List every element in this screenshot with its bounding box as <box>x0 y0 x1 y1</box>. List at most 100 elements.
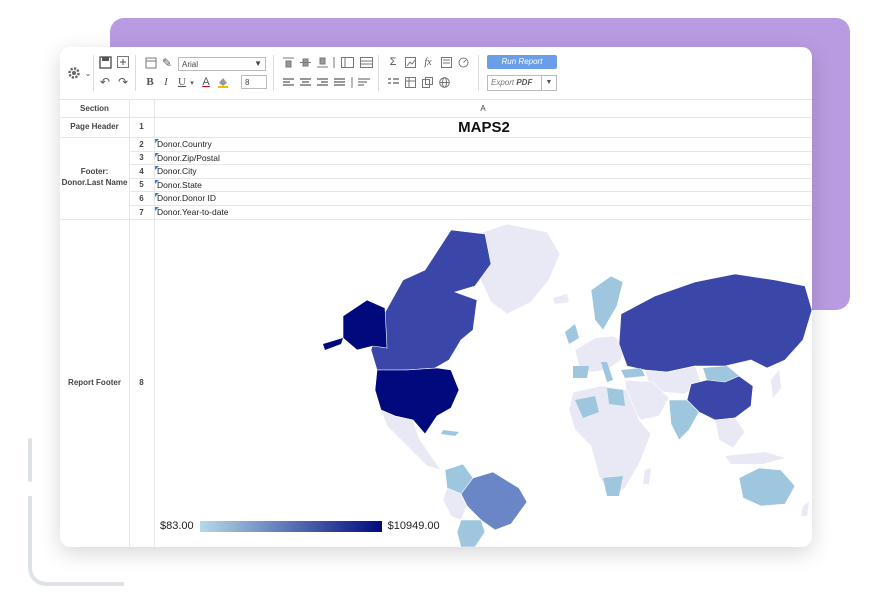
add-icon[interactable] <box>116 55 130 69</box>
list-icon[interactable] <box>387 76 399 88</box>
map-region-argentina <box>456 519 486 547</box>
map-region-southern-africa <box>603 476 623 496</box>
map-region-uk <box>565 324 579 344</box>
legend-color-ramp <box>199 520 382 532</box>
world-choropleth-map[interactable] <box>155 220 812 547</box>
section-report-footer[interactable]: Report Footer <box>60 378 129 387</box>
dropdown-arrow-icon[interactable]: ▼ <box>541 76 556 90</box>
image-icon[interactable] <box>440 56 452 68</box>
chart-icon[interactable] <box>404 56 416 68</box>
field-label: Donor.City <box>157 166 197 176</box>
field-marker-icon <box>155 139 159 143</box>
field-label: Donor.State <box>157 180 202 190</box>
toolbar: ⌄ ↶ ↷ ✎ Arial ▼ B I U ▾ A 8 Σ fx Run Rep… <box>60 47 812 100</box>
map-region-southeast-asia <box>714 417 746 449</box>
chevron-down-icon[interactable]: ▾ <box>188 77 196 89</box>
align-left-icon[interactable] <box>282 76 294 88</box>
grid-divider <box>60 117 812 118</box>
save-icon[interactable] <box>98 55 112 69</box>
globe-icon[interactable] <box>438 76 450 88</box>
underline-button[interactable]: U <box>176 75 188 89</box>
map-legend: $83.00 $10949.00 <box>160 519 440 533</box>
font-family-select[interactable]: Arial ▼ <box>178 57 266 71</box>
field-cell[interactable]: Donor.Zip/Postal <box>155 153 220 163</box>
fill-color-icon[interactable] <box>216 75 230 89</box>
wrap-text-icon[interactable] <box>357 76 371 88</box>
map-region-scandinavia <box>590 275 624 331</box>
align-top-icon[interactable] <box>282 56 294 68</box>
column-a-header[interactable]: A <box>154 100 812 118</box>
map-region-alaska <box>342 299 388 351</box>
section-column-header: Section <box>60 100 129 118</box>
export-format: PDF <box>516 78 533 87</box>
separator-icon <box>350 76 354 88</box>
bold-button[interactable]: B <box>144 75 156 89</box>
grid-divider <box>60 137 812 138</box>
justify-icon[interactable] <box>333 76 345 88</box>
field-cell[interactable]: Donor.City <box>155 166 197 176</box>
dropdown-arrow-icon: ▼ <box>254 59 262 68</box>
align-bottom-icon[interactable] <box>316 56 328 68</box>
field-cell[interactable]: Donor.State <box>155 180 202 190</box>
italic-button[interactable]: I <box>160 75 172 89</box>
align-middle-icon[interactable] <box>299 56 311 68</box>
gauge-icon[interactable] <box>457 56 469 68</box>
function-button[interactable]: fx <box>421 56 435 68</box>
map-region-canada <box>370 229 492 371</box>
font-family-value: Arial <box>182 60 199 69</box>
border-icon[interactable] <box>340 56 354 68</box>
section-page-header[interactable]: Page Header <box>60 122 129 131</box>
row-number[interactable]: 4 <box>129 167 154 176</box>
field-label: Donor.Year-to-date <box>157 207 229 217</box>
field-marker-icon <box>155 207 159 211</box>
align-right-icon[interactable] <box>316 76 328 88</box>
row-number[interactable]: 3 <box>129 153 154 162</box>
undo-icon[interactable]: ↶ <box>98 75 112 89</box>
field-cell[interactable]: Donor.Donor ID <box>155 193 216 203</box>
field-marker-icon <box>155 180 159 184</box>
font-size-input[interactable]: 8 <box>241 75 267 89</box>
chevron-down-icon[interactable]: ⌄ <box>84 67 92 79</box>
pencil-icon[interactable]: ✎ <box>160 56 174 70</box>
row-number[interactable]: 8 <box>129 378 154 387</box>
section-footer-title[interactable]: Footer: <box>60 167 129 176</box>
sum-button[interactable]: Σ <box>387 56 399 68</box>
field-marker-icon <box>155 193 159 197</box>
field-label: Donor.Country <box>157 139 212 149</box>
field-cell[interactable]: Donor.Country <box>155 139 212 149</box>
settings-gear-icon[interactable] <box>64 64 84 82</box>
map-region-alaska-islands <box>323 338 343 350</box>
section-footer-field[interactable]: Donor.Last Name <box>60 178 129 187</box>
map-region-north-africa <box>607 388 625 406</box>
field-marker-icon <box>155 166 159 170</box>
row-number[interactable]: 1 <box>129 122 154 131</box>
field-cell[interactable]: Donor.Year-to-date <box>155 207 229 217</box>
export-label: Export <box>491 78 517 87</box>
row-number[interactable]: 5 <box>129 180 154 189</box>
map-region-caribbean <box>441 430 459 436</box>
separator-icon <box>332 56 336 68</box>
map-region-australia <box>738 467 796 507</box>
row-number[interactable]: 2 <box>129 140 154 149</box>
run-report-button[interactable]: Run Report <box>487 55 557 69</box>
row-number[interactable]: 6 <box>129 194 154 203</box>
format-painter-icon[interactable] <box>144 56 158 70</box>
map-region-spain <box>573 366 589 378</box>
map-region-russia <box>618 273 812 373</box>
align-center-icon[interactable] <box>299 76 311 88</box>
table-icon[interactable] <box>404 76 416 88</box>
redo-icon[interactable]: ↷ <box>116 75 130 89</box>
legend-min-value: $83.00 <box>160 520 194 532</box>
row-number[interactable]: 7 <box>129 208 154 217</box>
legend-max-value: $10949.00 <box>387 520 440 532</box>
font-color-button[interactable]: A <box>200 75 212 89</box>
grid-icon[interactable] <box>359 56 373 68</box>
decorative-line <box>28 438 32 482</box>
map-region-madagascar <box>643 468 651 484</box>
export-select[interactable]: Export PDF ▼ <box>487 75 557 91</box>
map-region-japan <box>771 370 781 398</box>
report-designer-window: ⌄ ↶ ↷ ✎ Arial ▼ B I U ▾ A 8 Σ fx Run Rep… <box>60 47 812 547</box>
report-title[interactable]: MAPS2 <box>156 119 812 136</box>
map-region-turkey <box>621 368 645 378</box>
subreport-icon[interactable] <box>421 76 433 88</box>
